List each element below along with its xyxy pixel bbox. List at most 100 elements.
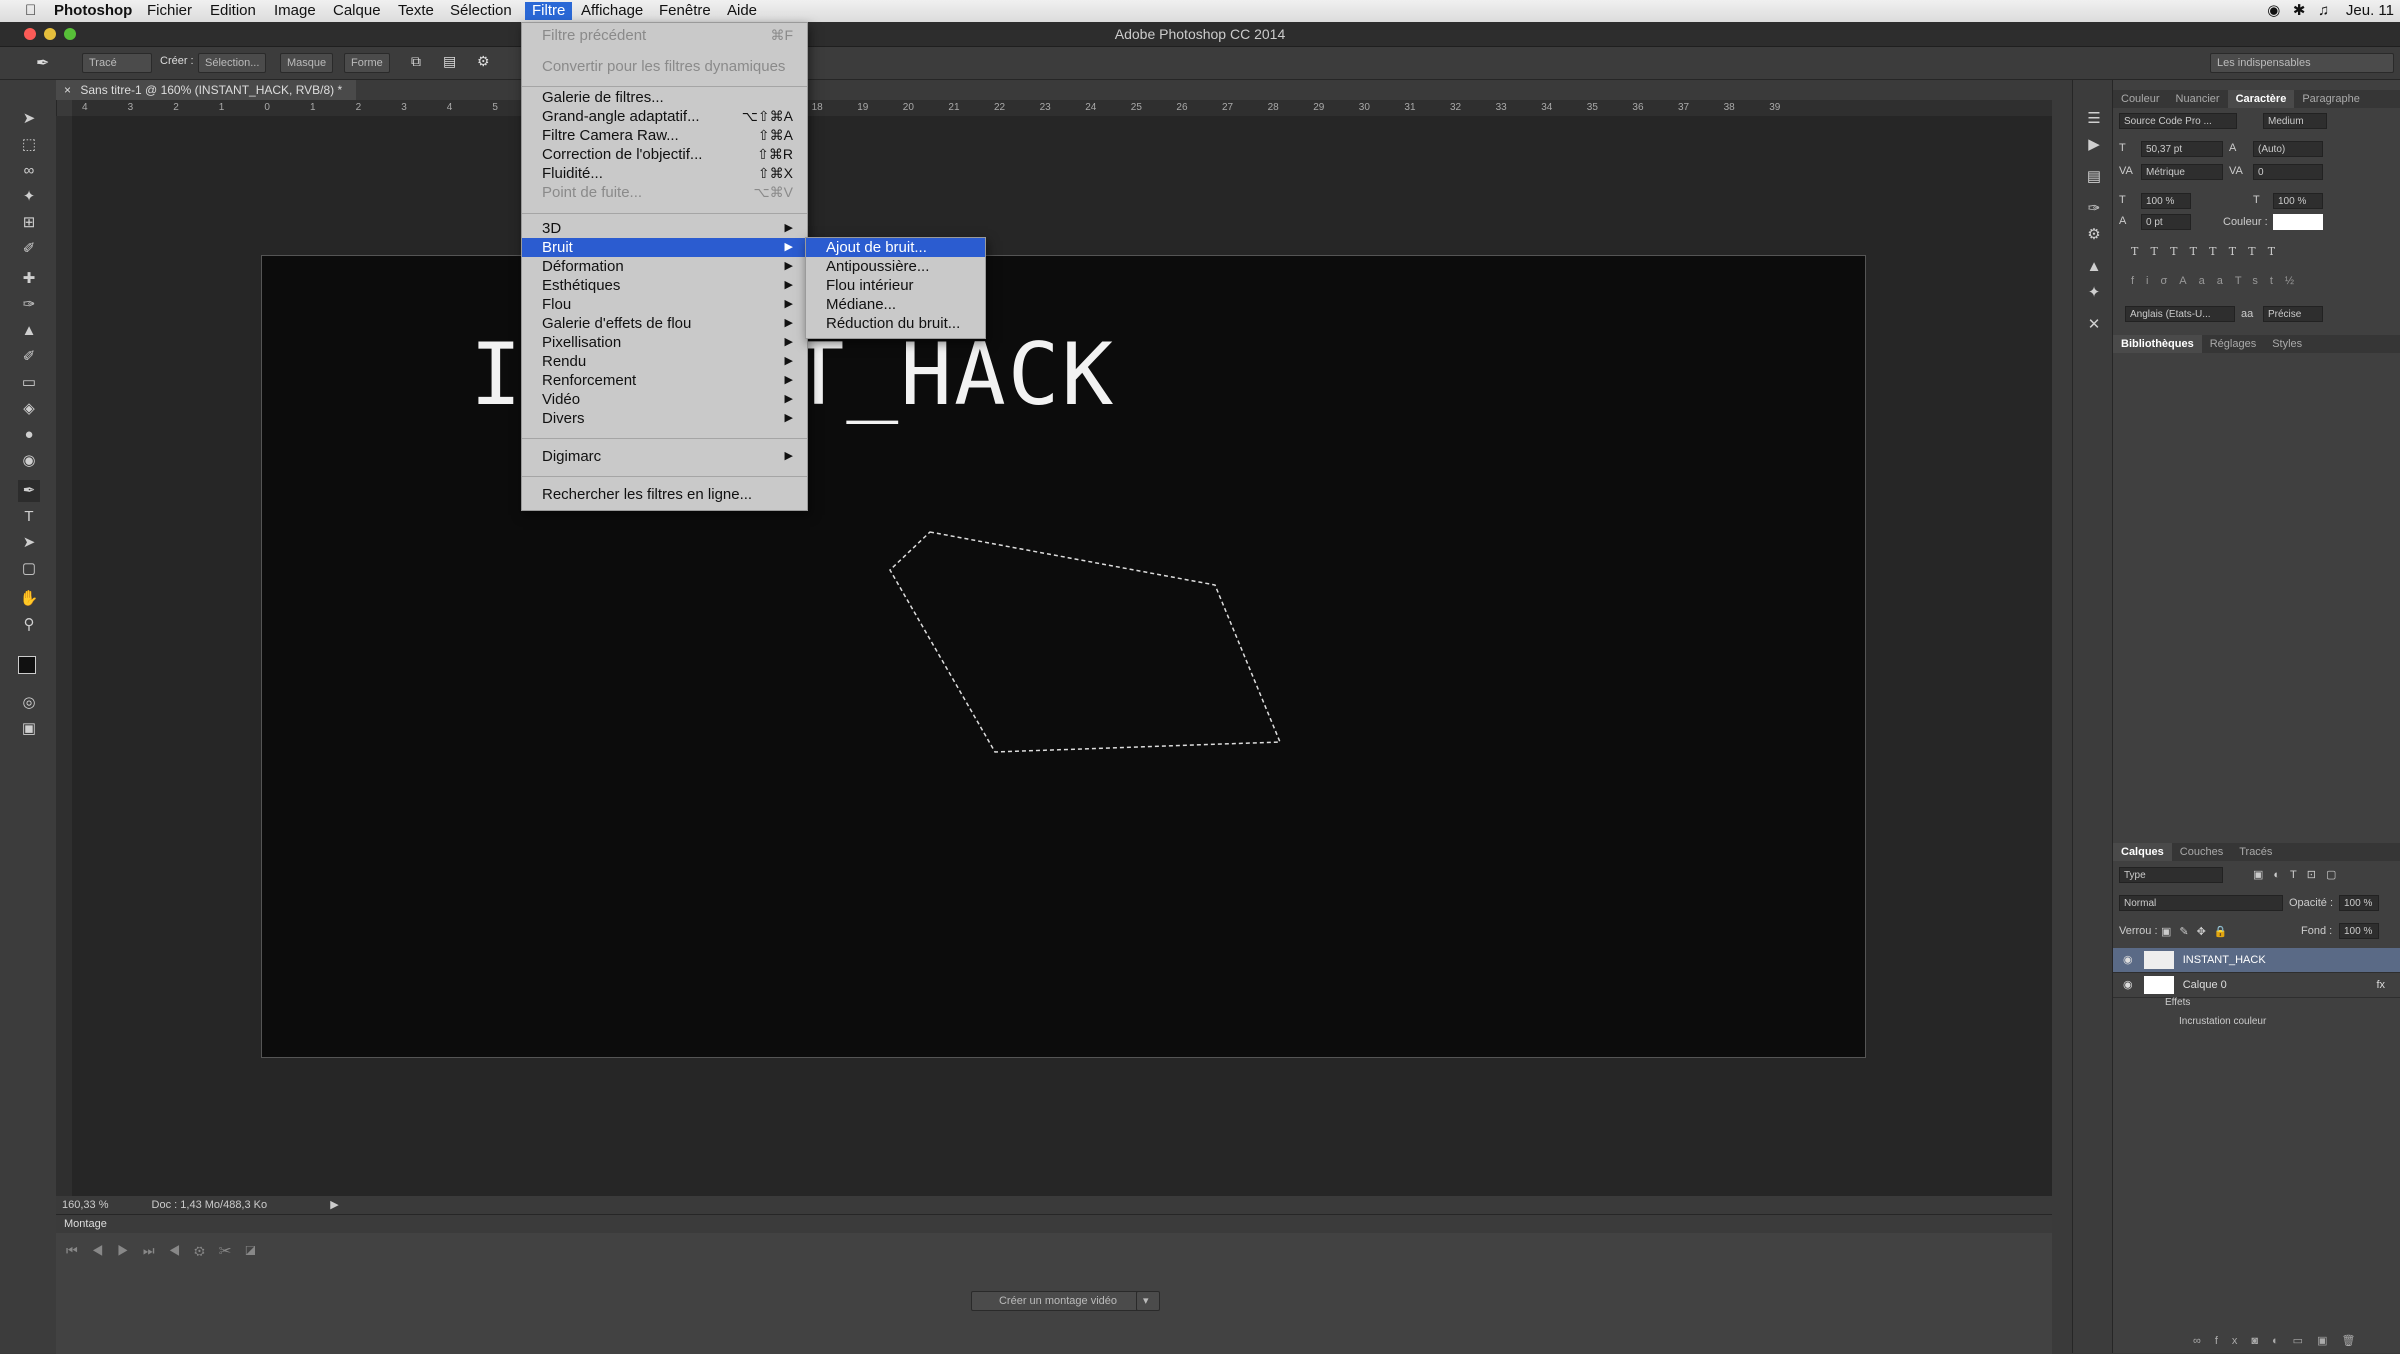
blur-tool-icon[interactable]: ●: [18, 424, 40, 446]
path-selection-outline[interactable]: [880, 520, 1300, 760]
fx-icon[interactable]: fx: [2376, 973, 2385, 997]
menu-calque[interactable]: Calque: [326, 2, 388, 20]
submenu-item-flou-interieur[interactable]: Flou intérieur: [806, 276, 985, 295]
path-ops-icon[interactable]: ⧉: [411, 53, 421, 70]
lock-icons[interactable]: ▣✎✥🔒: [2161, 925, 2236, 938]
paint-bucket-icon[interactable]: ◈: [18, 398, 40, 420]
clock[interactable]: Jeu. 11: [2346, 2, 2394, 19]
text-style-buttons-icon[interactable]: TTTTTTTT: [2131, 245, 2287, 258]
path-arrange-icon[interactable]: ⚙: [477, 53, 490, 70]
history-brush-icon[interactable]: ✐: [18, 346, 40, 368]
marquee-tool-icon[interactable]: ⬚: [18, 134, 40, 156]
properties-panel-icon[interactable]: ▤: [2083, 166, 2105, 188]
menu-item-esthetiques[interactable]: Esthétiques ▶: [522, 276, 807, 295]
menu-item-rendu[interactable]: Rendu ▶: [522, 352, 807, 371]
menu-selection[interactable]: Sélection: [443, 2, 519, 20]
clone-panel-icon[interactable]: ▲: [2083, 256, 2105, 278]
fill-field[interactable]: 100 %: [2339, 923, 2379, 939]
rectangle-tool-icon[interactable]: ▢: [18, 558, 40, 580]
wifi-icon[interactable]: ◉: [2267, 2, 2280, 19]
magic-wand-icon[interactable]: ✦: [18, 186, 40, 208]
tab-traces[interactable]: Tracés: [2231, 843, 2280, 861]
menu-item-correction-objectif[interactable]: Correction de l'objectif... ⇧⌘R: [522, 145, 807, 164]
submenu-item-reduction-bruit[interactable]: Réduction du bruit...: [806, 314, 985, 333]
tab-paragraphe[interactable]: Paragraphe: [2294, 90, 2368, 108]
submenu-item-mediane[interactable]: Médiane...: [806, 295, 985, 314]
font-size-field[interactable]: 50,37 pt: [2141, 141, 2223, 157]
actions-panel-icon[interactable]: ▶: [2083, 134, 2105, 156]
baseline-field[interactable]: 0 pt: [2141, 214, 2191, 230]
tab-calques[interactable]: Calques: [2113, 843, 2172, 861]
visibility-eye-icon[interactable]: ◉: [2123, 979, 2133, 991]
effects-label[interactable]: Effets: [2165, 997, 2190, 1008]
tab-nuancier[interactable]: Nuancier: [2168, 90, 2228, 108]
language-select[interactable]: Anglais (Etats-U...: [2125, 306, 2235, 322]
menu-item-divers[interactable]: Divers ▶: [522, 409, 807, 428]
history-panel-icon[interactable]: ☰: [2083, 108, 2105, 130]
apple-icon[interactable]: : [18, 2, 43, 20]
opentype-buttons-icon[interactable]: fiσAaaTst½: [2131, 275, 2306, 287]
antialias-select[interactable]: Précise: [2263, 306, 2323, 322]
effect-item[interactable]: Incrustation couleur: [2179, 1016, 2266, 1027]
healing-brush-icon[interactable]: ✚: [18, 268, 40, 290]
stamp-tool-icon[interactable]: ▲: [18, 320, 40, 342]
eyedropper-icon[interactable]: ✐: [18, 238, 40, 260]
pen-tool-icon[interactable]: ✒: [36, 53, 49, 73]
layer-row[interactable]: ◉ Calque 0 fx: [2113, 973, 2400, 998]
doc-info[interactable]: Doc : 1,43 Mo/488,3 Ko: [152, 1199, 268, 1211]
quick-mask-icon[interactable]: ◎: [18, 692, 40, 714]
horizontal-scale-field[interactable]: 100 %: [2273, 193, 2323, 209]
workspace-select[interactable]: Les indispensables: [2210, 53, 2394, 73]
menu-item-camera-raw[interactable]: Filtre Camera Raw... ⇧⌘A: [522, 126, 807, 145]
screen-mode-icon[interactable]: ▣: [18, 718, 40, 740]
lasso-tool-icon[interactable]: ∞: [18, 160, 40, 182]
menu-item-renforcement[interactable]: Renforcement ▶: [522, 371, 807, 390]
tool-mode-select[interactable]: Tracé: [82, 53, 152, 73]
close-tab-icon[interactable]: ×: [64, 83, 71, 97]
foreground-color-swatch[interactable]: [18, 656, 36, 674]
tab-styles[interactable]: Styles: [2264, 335, 2310, 353]
menu-item-deformation[interactable]: Déformation ▶: [522, 257, 807, 276]
path-align-icon[interactable]: ▤: [443, 53, 456, 70]
visibility-eye-icon[interactable]: ◉: [2123, 954, 2133, 966]
tab-caractere[interactable]: Caractère: [2227, 90, 2295, 108]
layer-filter-icons[interactable]: ▣◐T⊡▢: [2253, 868, 2346, 881]
playback-controls-icon[interactable]: ⏮◀▶⏭◀⚙✂◪: [66, 1243, 270, 1259]
document-tab[interactable]: × Sans titre-1 @ 160% (INSTANT_HACK, RVB…: [56, 80, 356, 100]
menu-item-digimarc[interactable]: Digimarc ▶: [522, 447, 807, 466]
move-tool-icon[interactable]: ➤: [18, 108, 40, 130]
create-video-montage-button[interactable]: Créer un montage vidéo: [971, 1291, 1145, 1311]
tab-bibliotheques[interactable]: Bibliothèques: [2113, 335, 2202, 353]
mask-button[interactable]: Masque: [280, 53, 334, 73]
submenu-item-ajout-de-bruit[interactable]: Ajout de bruit...: [806, 238, 985, 257]
menu-image[interactable]: Image: [267, 2, 323, 20]
tool-presets-icon[interactable]: ✕: [2083, 314, 2105, 336]
layer-name[interactable]: Calque 0: [2183, 979, 2227, 991]
tab-couleur[interactable]: Couleur: [2113, 90, 2168, 108]
menu-item-galerie-effets-flou[interactable]: Galerie d'effets de flou ▶: [522, 314, 807, 333]
brush-tool-icon[interactable]: ✑: [18, 294, 40, 316]
kerning-field[interactable]: Métrique: [2141, 164, 2223, 180]
volume-icon[interactable]: ♫: [2318, 2, 2329, 19]
tracking-field[interactable]: 0: [2253, 164, 2323, 180]
menu-fenetre[interactable]: Fenêtre: [652, 2, 718, 20]
menu-filtre[interactable]: Filtre: [525, 2, 573, 20]
tab-reglages[interactable]: Réglages: [2202, 335, 2264, 353]
layer-filter-select[interactable]: Type: [2119, 867, 2223, 883]
char-styles-panel-icon[interactable]: ✦: [2083, 282, 2105, 304]
menu-item-pixellisation[interactable]: Pixellisation ▶: [522, 333, 807, 352]
zoom-level[interactable]: 160,33 %: [62, 1199, 108, 1211]
pen-tool-icon[interactable]: ✒: [18, 480, 40, 502]
menu-item-bruit[interactable]: Bruit ▶: [522, 238, 807, 257]
zoom-tool-icon[interactable]: ⚲: [18, 614, 40, 636]
adjust-panel-icon[interactable]: ⚙: [2083, 224, 2105, 246]
submenu-item-antipoussiere[interactable]: Antipoussière...: [806, 257, 985, 276]
shape-button[interactable]: Forme: [344, 53, 390, 73]
menu-item-grand-angle[interactable]: Grand-angle adaptatif... ⌥⇧⌘A: [522, 107, 807, 126]
horizontal-ruler[interactable]: 4321012345121314151617181920212223242526…: [72, 100, 2052, 117]
selection-button[interactable]: Sélection...: [198, 53, 267, 73]
opacity-field[interactable]: 100 %: [2339, 895, 2379, 911]
crop-tool-icon[interactable]: ⊞: [18, 212, 40, 234]
leading-field[interactable]: (Auto): [2253, 141, 2323, 157]
menu-item-video[interactable]: Vidéo ▶: [522, 390, 807, 409]
